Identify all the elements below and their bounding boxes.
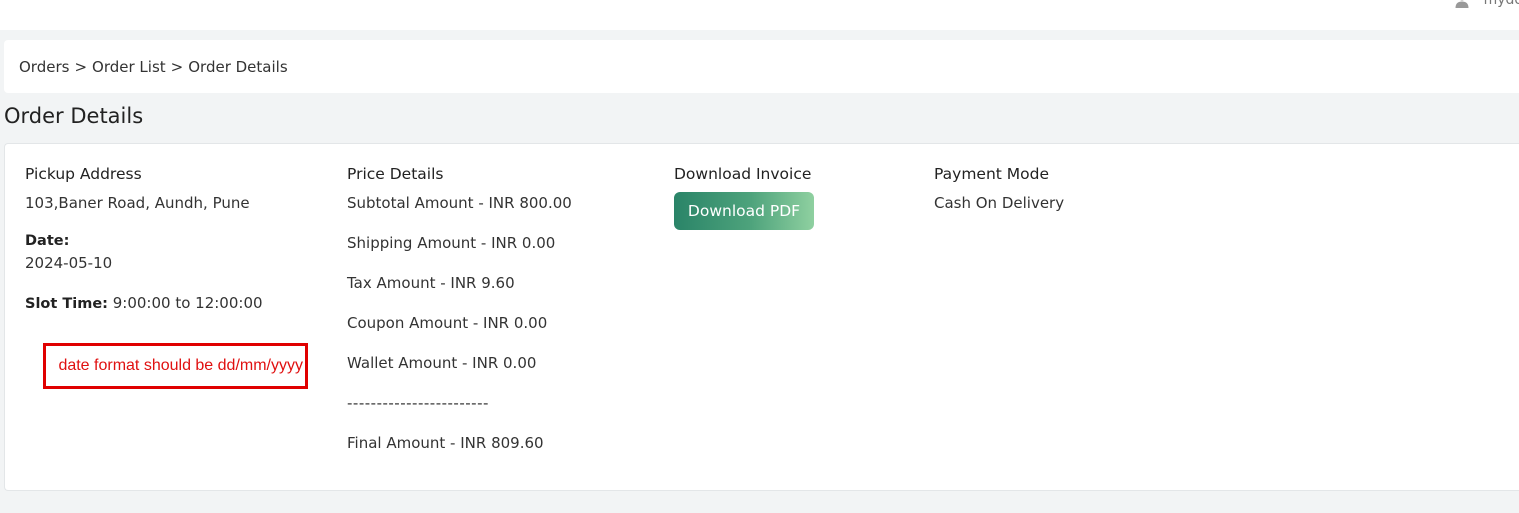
breadcrumb-card: Orders > Order List > Order Details [4, 40, 1519, 93]
pickup-section: Pickup Address 103,Baner Road, Aundh, Pu… [25, 164, 263, 314]
slot-time-value: 9:00:00 to 12:00:00 [112, 294, 263, 312]
breadcrumb-separator: > [74, 57, 88, 76]
breadcrumb-item-orders[interactable]: Orders [19, 58, 69, 76]
price-divider: ------------------------ [347, 394, 489, 412]
annotation-text: date format should be dd/mm/yyyy [58, 357, 303, 374]
price-list: Subtotal Amount - INR 800.00 Shipping Am… [347, 193, 572, 453]
breadcrumb-item-order-details: Order Details [188, 57, 288, 76]
top-navbar: mydo [0, 0, 1519, 30]
annotation-box: date format should be dd/mm/yyyy [43, 343, 308, 389]
breadcrumb: Orders > Order List > Order Details [19, 58, 288, 76]
breadcrumb-separator: > [170, 57, 184, 76]
payment-section: Payment Mode Cash On Delivery [934, 164, 1064, 213]
slot-time-label: Slot Time: [25, 296, 108, 312]
page-title: Order Details [4, 104, 144, 128]
invoice-section: Download Invoice Download PDF [674, 164, 814, 230]
date-label: Date: [25, 233, 70, 249]
date-value: 2024-05-10 [25, 254, 113, 272]
price-section: Price Details Subtotal Amount - INR 800.… [347, 164, 572, 473]
pickup-address-heading: Pickup Address [25, 165, 142, 183]
price-details-heading: Price Details [347, 165, 444, 183]
payment-mode-heading: Payment Mode [934, 165, 1050, 183]
slot-time-row: Slot Time: 9:00:00 to 12:00:00 [25, 293, 263, 314]
download-pdf-button[interactable]: Download PDF [674, 192, 814, 230]
pickup-address-value: 103,Baner Road, Aundh, Pune [25, 194, 250, 212]
final-amount: Final Amount - INR 809.60 [347, 434, 544, 452]
user-icon [1454, 0, 1470, 8]
coupon-amount: Coupon Amount - INR 0.00 [347, 314, 548, 332]
subtotal-amount: Subtotal Amount - INR 800.00 [347, 194, 572, 212]
shipping-amount: Shipping Amount - INR 0.00 [347, 234, 556, 252]
breadcrumb-item-order-list[interactable]: Order List [92, 58, 166, 76]
user-name: mydo [1483, 0, 1519, 8]
payment-mode-value: Cash On Delivery [934, 194, 1065, 212]
order-details-card: Pickup Address 103,Baner Road, Aundh, Pu… [4, 143, 1519, 491]
wallet-amount: Wallet Amount - INR 0.00 [347, 354, 537, 372]
tax-amount: Tax Amount - INR 9.60 [347, 274, 515, 292]
download-invoice-heading: Download Invoice [674, 165, 812, 183]
user-menu[interactable]: mydo [1454, 0, 1519, 8]
